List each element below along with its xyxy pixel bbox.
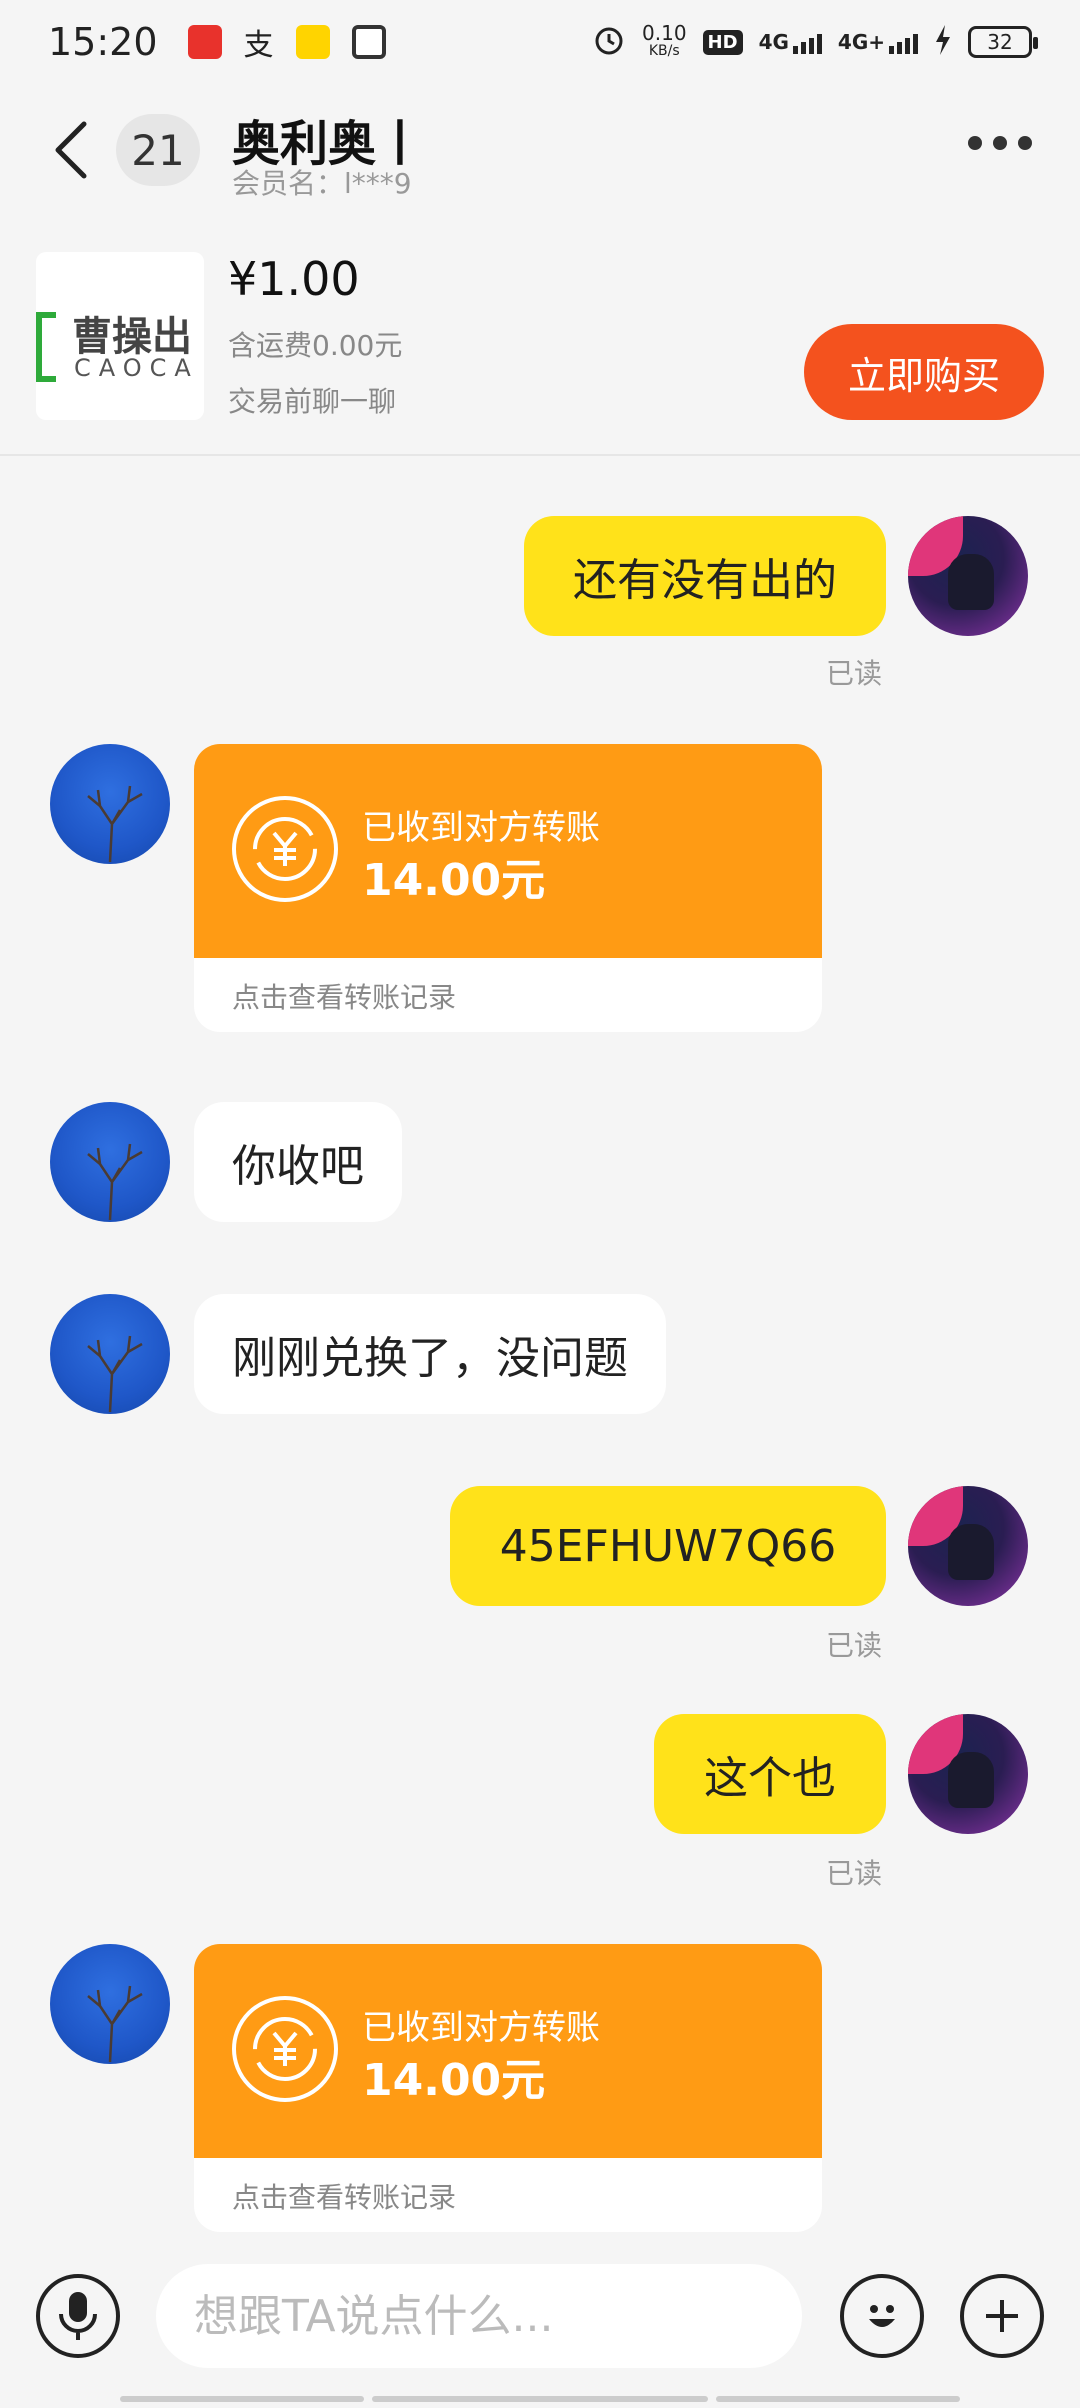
message-bubble-mine[interactable]: 还有没有出的 <box>524 516 886 636</box>
product-thumbnail[interactable]: 曹操出 CAOCA <box>36 252 204 420</box>
status-right: 0.10 KB/s HD 4G 4G+ 32 <box>592 21 1038 62</box>
buy-now-button[interactable]: 立即购买 <box>804 324 1044 420</box>
transfer-card-header: 已收到对方转账 14.00元 <box>194 1944 822 2158</box>
read-status: 已读 <box>826 657 883 690</box>
product-price: ¥1.00 <box>228 252 360 306</box>
gesture-nav-bar <box>372 2396 708 2402</box>
sim1-signal: 4G <box>759 30 822 54</box>
my-avatar[interactable] <box>908 1486 1028 1606</box>
battery-indicator: 32 <box>968 26 1038 58</box>
transfer-card[interactable]: 已收到对方转账 14.00元 点击查看转账记录 <box>194 744 822 1032</box>
charging-icon <box>934 24 952 60</box>
logo-text-en: CAOCA <box>74 354 199 382</box>
app-notification-icon <box>187 25 222 59</box>
emoji-button[interactable] <box>840 2274 924 2358</box>
chat-hint: 交易前聊一聊 <box>228 385 397 418</box>
alarm-icon <box>592 23 626 62</box>
product-bar: 曹操出 CAOCA ¥1.00 含运费0.00元 交易前聊一聊 立即购买 <box>0 240 1080 456</box>
gesture-nav-bar <box>716 2396 960 2402</box>
yuan-transfer-icon <box>232 796 338 902</box>
logo-bracket-icon <box>36 312 56 382</box>
contact-avatar[interactable] <box>50 1944 170 2064</box>
hd-icon: HD <box>702 29 743 55</box>
read-status: 已读 <box>826 1629 883 1662</box>
transfer-amount: 14.00元 <box>362 2055 546 2106</box>
more-options-icon[interactable] <box>968 136 1032 156</box>
my-avatar[interactable] <box>908 1714 1028 1834</box>
transfer-status: 已收到对方转账 <box>362 2008 600 2048</box>
member-name: 会员名：l***9 <box>232 167 412 200</box>
shipping-fee: 含运费0.00元 <box>228 329 403 362</box>
input-bar <box>0 2244 1080 2384</box>
card-notification-icon <box>351 25 386 59</box>
status-time: 15:20 <box>48 20 158 64</box>
chat-screen: 15:20 支 0.10 KB/s HD 4G 4G+ 32 21 奥利奥丨 会… <box>0 0 1080 2408</box>
alipay-notification-icon: 支 <box>243 28 274 63</box>
transfer-record-link[interactable]: 点击查看转账记录 <box>232 2176 456 2216</box>
smiley-icon <box>869 2305 895 2327</box>
message-bubble-theirs[interactable]: 你收吧 <box>194 1102 402 1222</box>
chat-header: 21 奥利奥丨 会员名：l***9 <box>0 90 1080 210</box>
transfer-status: 已收到对方转账 <box>362 808 600 848</box>
contact-avatar[interactable] <box>50 1102 170 1222</box>
transfer-amount: 14.00元 <box>362 855 546 906</box>
net-speed: 0.10 KB/s <box>642 21 687 59</box>
transfer-record-link[interactable]: 点击查看转账记录 <box>232 976 456 1016</box>
transfer-card[interactable]: 已收到对方转账 14.00元 点击查看转账记录 <box>194 1944 822 2232</box>
unread-count-badge[interactable]: 21 <box>116 114 200 186</box>
transfer-card-header: 已收到对方转账 14.00元 <box>194 744 822 958</box>
message-input[interactable] <box>156 2264 802 2368</box>
message-bubble-mine[interactable]: 这个也 <box>654 1714 886 1834</box>
add-more-button[interactable] <box>960 2274 1044 2358</box>
message-bubble-mine[interactable]: 45EFHUW7Q66 <box>450 1486 886 1606</box>
status-bar: 15:20 支 0.10 KB/s HD 4G 4G+ 32 <box>0 0 1080 84</box>
back-arrow-icon[interactable] <box>48 118 96 182</box>
contact-avatar[interactable] <box>50 744 170 864</box>
yuan-transfer-icon <box>232 1996 338 2102</box>
notification-icons: 支 <box>187 20 386 64</box>
xianyu-notification-icon <box>295 25 330 59</box>
my-avatar[interactable] <box>908 516 1028 636</box>
message-bubble-theirs[interactable]: 刚刚兑换了，没问题 <box>194 1294 666 1414</box>
voice-input-button[interactable] <box>36 2274 120 2358</box>
sim2-signal: 4G+ <box>838 30 918 54</box>
plus-icon <box>986 2300 1018 2332</box>
contact-avatar[interactable] <box>50 1294 170 1414</box>
read-status: 已读 <box>826 1857 883 1890</box>
gesture-nav-bar <box>120 2396 364 2402</box>
microphone-icon <box>59 2292 97 2340</box>
